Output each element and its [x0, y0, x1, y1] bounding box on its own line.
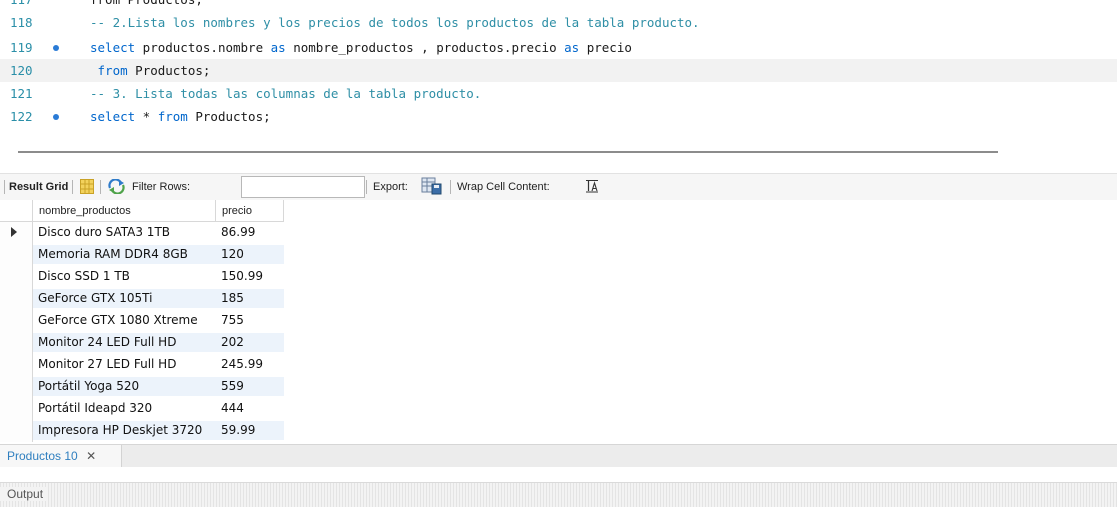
output-label: Output	[0, 487, 47, 501]
wrap-cell-content-label: Wrap Cell Content:	[457, 181, 550, 193]
sql-token: Productos;	[187, 109, 271, 124]
table-cell-nombre[interactable]: GeForce GTX 105Ti	[33, 289, 216, 308]
table-cell-nombre[interactable]: Memoria RAM DDR4 8GB	[33, 245, 216, 264]
sql-editor[interactable]: 117 from Productos; 118 -- 2.Lista los nomb…	[0, 0, 1117, 150]
code-text: from Productos;	[90, 59, 211, 82]
toolbar-separator	[100, 180, 101, 194]
toolbar-separator	[72, 180, 73, 194]
result-tab-bar: Productos 10 ✕	[0, 444, 1117, 467]
filter-rows-input[interactable]	[241, 176, 365, 198]
tab-label: Productos 10	[7, 449, 78, 463]
code-text: select productos.nombre as nombre_produc…	[90, 36, 632, 59]
table-cell-precio[interactable]: 120	[216, 245, 284, 264]
code-line[interactable]: 120 from Productos;	[0, 59, 1117, 82]
line-number: 118	[10, 15, 33, 30]
table-cell-precio[interactable]: 59.99	[216, 421, 284, 440]
table-cell-precio[interactable]: 185	[216, 289, 284, 308]
filter-rows-label: Filter Rows:	[132, 181, 191, 193]
sql-token: from Productos;	[90, 0, 203, 7]
table-cell-nombre[interactable]: Monitor 24 LED Full HD	[33, 333, 216, 352]
sql-keyword: as	[270, 40, 286, 55]
table-cell-nombre[interactable]: GeForce GTX 1080 Xtreme	[33, 311, 216, 330]
line-number: 121	[10, 86, 33, 101]
table-cell-precio[interactable]: 86.99	[216, 223, 284, 242]
code-text: -- 2.Lista los nombres y los precios de …	[90, 11, 700, 34]
code-line[interactable]: 118 -- 2.Lista los nombres y los precios …	[0, 11, 1117, 34]
wrap-text-icon[interactable]	[585, 179, 599, 196]
table-cell-precio[interactable]: 755	[216, 311, 284, 330]
table-cell-nombre[interactable]: Disco SSD 1 TB	[33, 267, 216, 286]
sql-token: *	[135, 109, 158, 124]
sql-keyword: select	[90, 40, 136, 55]
export-icon[interactable]	[421, 177, 443, 198]
column-header-nombre-productos[interactable]: nombre_productos	[33, 200, 216, 222]
output-panel-header[interactable]: Output	[0, 482, 1117, 507]
code-line[interactable]: 122 select * from Productos;	[0, 105, 1117, 128]
sql-keyword: as	[564, 40, 580, 55]
table-cell-nombre[interactable]: Portátil Ideapd 320	[33, 399, 216, 418]
table-cell-precio[interactable]: 444	[216, 399, 284, 418]
toolbar-separator	[366, 180, 367, 194]
table-cell-nombre[interactable]: Monitor 27 LED Full HD	[33, 355, 216, 374]
code-text: select * from Productos;	[90, 105, 271, 128]
current-row-arrow-icon	[11, 227, 17, 237]
line-number: 119	[10, 40, 33, 55]
statement-marker-icon	[53, 114, 59, 120]
editor-horizontal-scrollbar[interactable]	[18, 151, 998, 153]
code-text: -- 3. Lista todas las columnas de la tab…	[90, 82, 481, 105]
tab-productos-10[interactable]: Productos 10 ✕	[0, 445, 122, 467]
code-line[interactable]: 119 select productos.nombre as nombre_pro…	[0, 36, 1117, 59]
sql-token: nombre_productos , productos.precio	[285, 40, 565, 55]
line-number: 122	[10, 109, 33, 124]
sql-token: precio	[579, 40, 632, 55]
column-header-precio[interactable]: precio	[216, 200, 284, 222]
sql-keyword: from	[90, 63, 128, 78]
table-cell-precio[interactable]: 202	[216, 333, 284, 352]
export-label: Export:	[373, 181, 408, 193]
result-grid-label[interactable]: Result Grid	[9, 181, 68, 194]
toolbar-separator	[450, 180, 451, 194]
sql-keyword: select	[90, 109, 136, 124]
sql-keyword: from	[157, 109, 188, 124]
sql-comment: -- 2.Lista los nombres y los precios de …	[90, 15, 700, 30]
code-line[interactable]: 121 -- 3. Lista todas las columnas de la …	[0, 82, 1117, 105]
sql-comment: -- 3. Lista todas las columnas de la tab…	[90, 86, 482, 101]
toolbar-separator	[4, 180, 5, 194]
result-grid[interactable]: nombre_productos precio Disco duro SATA3…	[0, 200, 1117, 443]
sql-token: productos.nombre	[135, 40, 271, 55]
table-cell-precio[interactable]: 150.99	[216, 267, 284, 286]
line-number: 120	[10, 63, 33, 78]
table-cell-precio[interactable]: 559	[216, 377, 284, 396]
code-line[interactable]: 117 from Productos;	[0, 0, 1117, 11]
grid-view-icon[interactable]	[80, 179, 94, 197]
table-cell-precio[interactable]: 245.99	[216, 355, 284, 374]
sql-token: Productos;	[127, 63, 211, 78]
row-header-corner	[0, 200, 33, 222]
statement-marker-icon	[53, 45, 59, 51]
code-text: from Productos;	[90, 0, 203, 11]
table-cell-nombre[interactable]: Portátil Yoga 520	[33, 377, 216, 396]
result-toolbar: Result Grid Filter Rows: Export: Wrap Ce…	[0, 173, 1117, 201]
row-header-column[interactable]	[0, 222, 33, 442]
line-number: 117	[10, 0, 50, 11]
close-icon[interactable]: ✕	[86, 449, 96, 463]
refresh-icon[interactable]	[108, 178, 125, 197]
table-cell-nombre[interactable]: Disco duro SATA3 1TB	[33, 223, 216, 242]
table-cell-nombre[interactable]: Impresora HP Deskjet 3720	[33, 421, 216, 440]
